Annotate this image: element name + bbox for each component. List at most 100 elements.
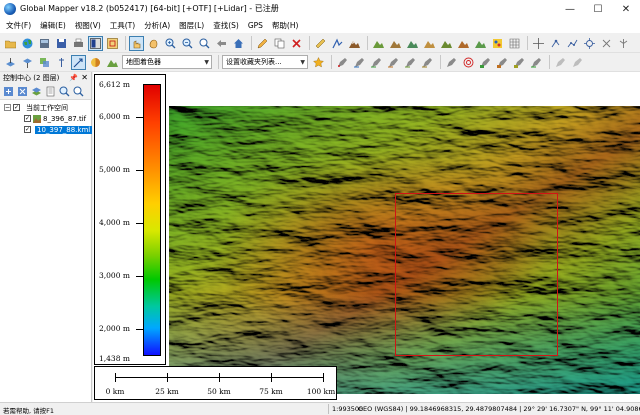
shader-button[interactable] [88, 55, 103, 70]
workspace-checkbox[interactable]: ✓ [13, 104, 20, 111]
print-button[interactable] [71, 36, 86, 51]
snap-icon [584, 37, 595, 49]
disabled-tool-1[interactable] [553, 55, 568, 70]
target-button[interactable] [461, 55, 476, 70]
home-button[interactable] [231, 36, 246, 51]
line-vertex-button[interactable] [565, 36, 580, 51]
workspace-button[interactable] [37, 36, 52, 51]
layer-row[interactable]: ✓ 10_397_88.kml [0, 124, 93, 135]
shader-select[interactable]: 地图着色器 ▼ [122, 55, 212, 69]
path-profile-button[interactable] [330, 36, 345, 51]
layer-checkbox[interactable]: ✓ [24, 115, 31, 122]
3d-view-button[interactable] [347, 36, 362, 51]
add-bookmark-button[interactable] [311, 55, 326, 70]
scale-tick [271, 373, 272, 382]
edit-tool-button[interactable] [255, 36, 270, 51]
menu-help[interactable]: 帮助(H) [272, 20, 299, 31]
collapse-icon[interactable]: − [4, 104, 11, 111]
panel-close-button[interactable]: ✕ [81, 73, 88, 82]
digitize-area-button[interactable] [369, 55, 384, 70]
copy-button[interactable] [272, 36, 287, 51]
info-tool-button[interactable] [54, 55, 69, 70]
pan-tool-button[interactable] [146, 36, 161, 51]
measure-area-button[interactable] [478, 55, 493, 70]
control-center-toggle[interactable] [88, 35, 103, 51]
overview-toggle[interactable] [105, 36, 120, 51]
trace-button[interactable] [444, 55, 459, 70]
split-button[interactable] [616, 36, 631, 51]
separator [549, 55, 550, 69]
layer-search-button[interactable] [72, 85, 85, 98]
volume-button[interactable] [495, 55, 510, 70]
grid-button[interactable] [507, 36, 522, 51]
online-data-button[interactable] [20, 36, 35, 51]
digitize-circle-button[interactable] [403, 55, 418, 70]
digitize-line-button[interactable] [352, 55, 367, 70]
menu-layer[interactable]: 图层(L) [179, 20, 204, 31]
maximize-button[interactable]: ☐ [584, 0, 612, 18]
map-shader-button[interactable] [105, 55, 120, 70]
measure-area-icon [480, 57, 490, 68]
elevation-3-button[interactable] [405, 36, 420, 51]
separator [367, 36, 368, 50]
elevation-5-button[interactable] [439, 36, 454, 51]
move-vertex-button[interactable] [531, 36, 546, 51]
vertex-button[interactable] [548, 36, 563, 51]
menu-tools[interactable]: 工具(T) [110, 20, 135, 31]
overlay-button[interactable] [37, 55, 52, 70]
map-view[interactable]: 6,612 m 6,000 m 5,000 m 4,000 m 3,000 m … [93, 72, 640, 402]
digitizer-tool-button[interactable] [129, 35, 144, 51]
digitize-rect-icon [388, 57, 398, 67]
feature-edit-button[interactable] [529, 55, 544, 70]
zoom-out-button[interactable] [180, 36, 195, 51]
layer-checkbox[interactable]: ✓ [24, 126, 31, 133]
close-button[interactable]: ✕ [612, 0, 640, 18]
menu-edit[interactable]: 编辑(E) [40, 20, 66, 31]
feature-info-tool-button[interactable] [71, 54, 86, 70]
digitize-point-button[interactable] [335, 55, 350, 70]
zoom-out-icon [182, 38, 193, 48]
snap-button[interactable] [582, 36, 597, 51]
pin-icon[interactable]: 📌 [69, 74, 78, 82]
open-folder-button[interactable] [3, 36, 18, 51]
elevation-4-button[interactable] [422, 36, 437, 51]
measure-button[interactable] [313, 36, 328, 51]
back-button[interactable] [214, 36, 229, 51]
elevation-6-button[interactable] [456, 36, 471, 51]
mountain-icon [475, 40, 486, 48]
layer-down-button[interactable] [20, 55, 35, 70]
digitize-rect-button[interactable] [386, 55, 401, 70]
delete-button[interactable] [289, 36, 304, 51]
zoom-in-button[interactable] [163, 36, 178, 51]
menu-view[interactable]: 视图(V) [75, 20, 101, 31]
elevation-7-button[interactable] [473, 36, 488, 51]
menu-search[interactable]: 查找(S) [213, 20, 239, 31]
workspace-node[interactable]: − ✓ 当前工作空间 [0, 102, 91, 113]
layer-row[interactable]: ✓ 8_396_87.tif [0, 113, 91, 124]
elevation-1-button[interactable] [371, 36, 386, 51]
layer-up-button[interactable] [3, 55, 18, 70]
digitize-area-icon [371, 57, 381, 67]
close-layer-button[interactable] [16, 85, 29, 98]
menu-analysis[interactable]: 分析(A) [144, 20, 170, 31]
zoom-rect-button[interactable] [197, 36, 212, 51]
legend-label: 5,000 m [99, 165, 130, 174]
bookmark-select[interactable]: 设置收藏夹列表... ▼ [222, 55, 308, 69]
scale-label: 0 km [105, 387, 125, 396]
cut-button[interactable] [599, 36, 614, 51]
layer-metadata-button[interactable] [44, 85, 57, 98]
minimize-button[interactable]: — [556, 0, 584, 18]
disabled-tool-2[interactable] [570, 55, 585, 70]
zoom-to-layer-button[interactable] [58, 85, 71, 98]
layer-options-button[interactable] [30, 85, 43, 98]
selection-rectangle[interactable] [395, 193, 558, 356]
digitize-text-button[interactable] [420, 55, 435, 70]
open-data-button[interactable] [2, 85, 15, 98]
save-button[interactable] [54, 36, 69, 51]
raster-calc-button[interactable] [490, 36, 505, 51]
terrain-raster[interactable] [169, 106, 640, 394]
elevation-2-button[interactable] [388, 36, 403, 51]
menu-file[interactable]: 文件(F) [6, 20, 31, 31]
watershed-button[interactable] [512, 55, 527, 70]
menu-gps[interactable]: GPS [248, 21, 263, 30]
